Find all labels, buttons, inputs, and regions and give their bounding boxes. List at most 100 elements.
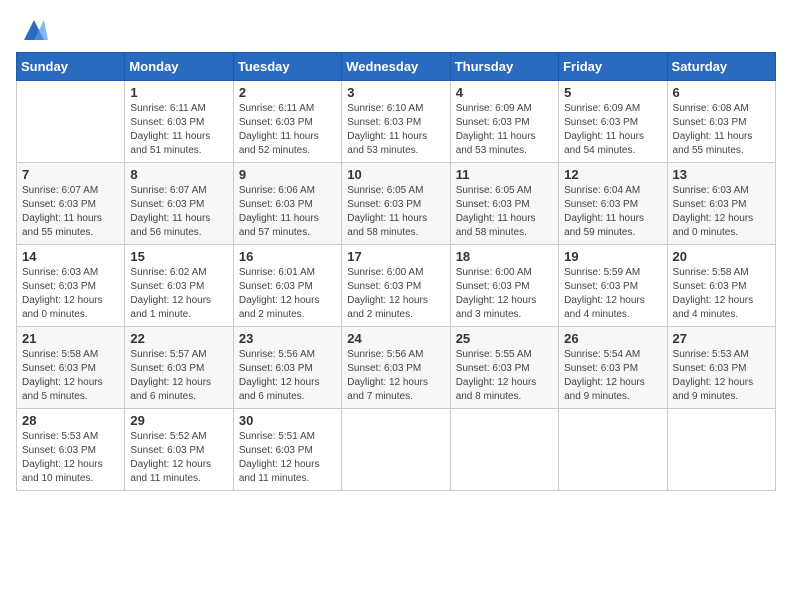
day-info: Sunrise: 6:06 AMSunset: 6:03 PMDaylight:…	[239, 184, 336, 240]
calendar-cell	[342, 409, 450, 491]
calendar-cell: 21 Sunrise: 5:58 AMSunset: 6:03 PMDayligh…	[17, 327, 125, 409]
calendar-cell	[17, 81, 125, 163]
day-info: Sunrise: 5:54 AMSunset: 6:03 PMDaylight:…	[564, 348, 661, 404]
calendar-body: 1 Sunrise: 6:11 AMSunset: 6:03 PMDaylight…	[17, 81, 776, 491]
day-number: 9	[239, 167, 336, 182]
day-info: Sunrise: 6:01 AMSunset: 6:03 PMDaylight:…	[239, 266, 336, 322]
calendar-header-tuesday: Tuesday	[233, 53, 341, 81]
day-info: Sunrise: 5:53 AMSunset: 6:03 PMDaylight:…	[22, 430, 119, 486]
day-number: 20	[673, 249, 770, 264]
calendar-header-monday: Monday	[125, 53, 233, 81]
day-number: 18	[456, 249, 553, 264]
logo-icon	[20, 16, 48, 44]
calendar-cell	[450, 409, 558, 491]
day-number: 30	[239, 413, 336, 428]
day-number: 3	[347, 85, 444, 100]
day-number: 11	[456, 167, 553, 182]
calendar-cell: 26 Sunrise: 5:54 AMSunset: 6:03 PMDayligh…	[559, 327, 667, 409]
day-number: 23	[239, 331, 336, 346]
calendar-cell: 24 Sunrise: 5:56 AMSunset: 6:03 PMDayligh…	[342, 327, 450, 409]
day-info: Sunrise: 6:08 AMSunset: 6:03 PMDaylight:…	[673, 102, 770, 158]
calendar-header-row: SundayMondayTuesdayWednesdayThursdayFrid…	[17, 53, 776, 81]
day-info: Sunrise: 6:10 AMSunset: 6:03 PMDaylight:…	[347, 102, 444, 158]
calendar-cell: 30 Sunrise: 5:51 AMSunset: 6:03 PMDayligh…	[233, 409, 341, 491]
calendar-cell: 8Sunrise: 6:07 AMSunset: 6:03 PMDaylight…	[125, 163, 233, 245]
calendar-cell: 13 Sunrise: 6:03 AMSunset: 6:03 PMDayligh…	[667, 163, 775, 245]
calendar-header-saturday: Saturday	[667, 53, 775, 81]
day-number: 13	[673, 167, 770, 182]
day-number: 12	[564, 167, 661, 182]
calendar-cell: 1 Sunrise: 6:11 AMSunset: 6:03 PMDaylight…	[125, 81, 233, 163]
day-number: 29	[130, 413, 227, 428]
calendar-cell: 3 Sunrise: 6:10 AMSunset: 6:03 PMDaylight…	[342, 81, 450, 163]
calendar-week-1: 1 Sunrise: 6:11 AMSunset: 6:03 PMDaylight…	[17, 81, 776, 163]
calendar-week-3: 14 Sunrise: 6:03 AMSunset: 6:03 PMDayligh…	[17, 245, 776, 327]
calendar-cell	[559, 409, 667, 491]
day-info: Sunrise: 6:05 AMSunset: 6:03 PMDaylight:…	[456, 184, 553, 240]
day-info: Sunrise: 5:59 AMSunset: 6:03 PMDaylight:…	[564, 266, 661, 322]
logo	[16, 16, 48, 44]
page-header	[16, 16, 776, 44]
calendar-week-5: 28 Sunrise: 5:53 AMSunset: 6:03 PMDayligh…	[17, 409, 776, 491]
day-info: Sunrise: 6:09 AMSunset: 6:03 PMDaylight:…	[456, 102, 553, 158]
calendar-header-thursday: Thursday	[450, 53, 558, 81]
calendar-table: SundayMondayTuesdayWednesdayThursdayFrid…	[16, 52, 776, 491]
day-number: 27	[673, 331, 770, 346]
day-number: 28	[22, 413, 119, 428]
day-number: 10	[347, 167, 444, 182]
calendar-cell: 4Sunrise: 6:09 AMSunset: 6:03 PMDaylight…	[450, 81, 558, 163]
calendar-week-4: 21 Sunrise: 5:58 AMSunset: 6:03 PMDayligh…	[17, 327, 776, 409]
day-number: 15	[130, 249, 227, 264]
calendar-cell	[667, 409, 775, 491]
calendar-cell: 2 Sunrise: 6:11 AMSunset: 6:03 PMDaylight…	[233, 81, 341, 163]
day-info: Sunrise: 5:53 AMSunset: 6:03 PMDaylight:…	[673, 348, 770, 404]
day-number: 7	[22, 167, 119, 182]
day-info: Sunrise: 5:56 AMSunset: 6:03 PMDaylight:…	[239, 348, 336, 404]
calendar-cell: 16 Sunrise: 6:01 AMSunset: 6:03 PMDayligh…	[233, 245, 341, 327]
day-info: Sunrise: 5:52 AMSunset: 6:03 PMDaylight:…	[130, 430, 227, 486]
day-number: 14	[22, 249, 119, 264]
day-info: Sunrise: 6:11 AMSunset: 6:03 PMDaylight:…	[239, 102, 336, 158]
day-info: Sunrise: 5:56 AMSunset: 6:03 PMDaylight:…	[347, 348, 444, 404]
calendar-cell: 23 Sunrise: 5:56 AMSunset: 6:03 PMDayligh…	[233, 327, 341, 409]
day-info: Sunrise: 6:11 AMSunset: 6:03 PMDaylight:…	[130, 102, 227, 158]
calendar-cell: 18Sunrise: 6:00 AMSunset: 6:03 PMDayligh…	[450, 245, 558, 327]
calendar-week-2: 7Sunrise: 6:07 AMSunset: 6:03 PMDaylight…	[17, 163, 776, 245]
calendar-cell: 7Sunrise: 6:07 AMSunset: 6:03 PMDaylight…	[17, 163, 125, 245]
calendar-cell: 10 Sunrise: 6:05 AMSunset: 6:03 PMDayligh…	[342, 163, 450, 245]
day-number: 5	[564, 85, 661, 100]
calendar-cell: 15 Sunrise: 6:02 AMSunset: 6:03 PMDayligh…	[125, 245, 233, 327]
calendar-cell: 27 Sunrise: 5:53 AMSunset: 6:03 PMDayligh…	[667, 327, 775, 409]
day-info: Sunrise: 5:51 AMSunset: 6:03 PMDaylight:…	[239, 430, 336, 486]
day-number: 26	[564, 331, 661, 346]
day-number: 25	[456, 331, 553, 346]
calendar-cell: 20Sunrise: 5:58 AMSunset: 6:03 PMDayligh…	[667, 245, 775, 327]
day-number: 24	[347, 331, 444, 346]
calendar-cell: 28 Sunrise: 5:53 AMSunset: 6:03 PMDayligh…	[17, 409, 125, 491]
day-number: 1	[130, 85, 227, 100]
day-info: Sunrise: 5:58 AMSunset: 6:03 PMDaylight:…	[22, 348, 119, 404]
calendar-cell: 11 Sunrise: 6:05 AMSunset: 6:03 PMDayligh…	[450, 163, 558, 245]
calendar-cell: 29 Sunrise: 5:52 AMSunset: 6:03 PMDayligh…	[125, 409, 233, 491]
day-number: 2	[239, 85, 336, 100]
calendar-cell: 14 Sunrise: 6:03 AMSunset: 6:03 PMDayligh…	[17, 245, 125, 327]
day-info: Sunrise: 6:09 AMSunset: 6:03 PMDaylight:…	[564, 102, 661, 158]
day-info: Sunrise: 6:05 AMSunset: 6:03 PMDaylight:…	[347, 184, 444, 240]
day-info: Sunrise: 6:02 AMSunset: 6:03 PMDaylight:…	[130, 266, 227, 322]
day-info: Sunrise: 6:03 AMSunset: 6:03 PMDaylight:…	[22, 266, 119, 322]
calendar-header-friday: Friday	[559, 53, 667, 81]
day-number: 21	[22, 331, 119, 346]
calendar-cell: 22Sunrise: 5:57 AMSunset: 6:03 PMDayligh…	[125, 327, 233, 409]
calendar-cell: 6 Sunrise: 6:08 AMSunset: 6:03 PMDaylight…	[667, 81, 775, 163]
day-info: Sunrise: 5:55 AMSunset: 6:03 PMDaylight:…	[456, 348, 553, 404]
day-number: 6	[673, 85, 770, 100]
day-info: Sunrise: 6:00 AMSunset: 6:03 PMDaylight:…	[347, 266, 444, 322]
day-info: Sunrise: 6:03 AMSunset: 6:03 PMDaylight:…	[673, 184, 770, 240]
calendar-cell: 17Sunrise: 6:00 AMSunset: 6:03 PMDayligh…	[342, 245, 450, 327]
day-number: 16	[239, 249, 336, 264]
day-number: 19	[564, 249, 661, 264]
calendar-header-sunday: Sunday	[17, 53, 125, 81]
calendar-cell: 9 Sunrise: 6:06 AMSunset: 6:03 PMDaylight…	[233, 163, 341, 245]
calendar-cell: 12Sunrise: 6:04 AMSunset: 6:03 PMDayligh…	[559, 163, 667, 245]
day-number: 8	[130, 167, 227, 182]
